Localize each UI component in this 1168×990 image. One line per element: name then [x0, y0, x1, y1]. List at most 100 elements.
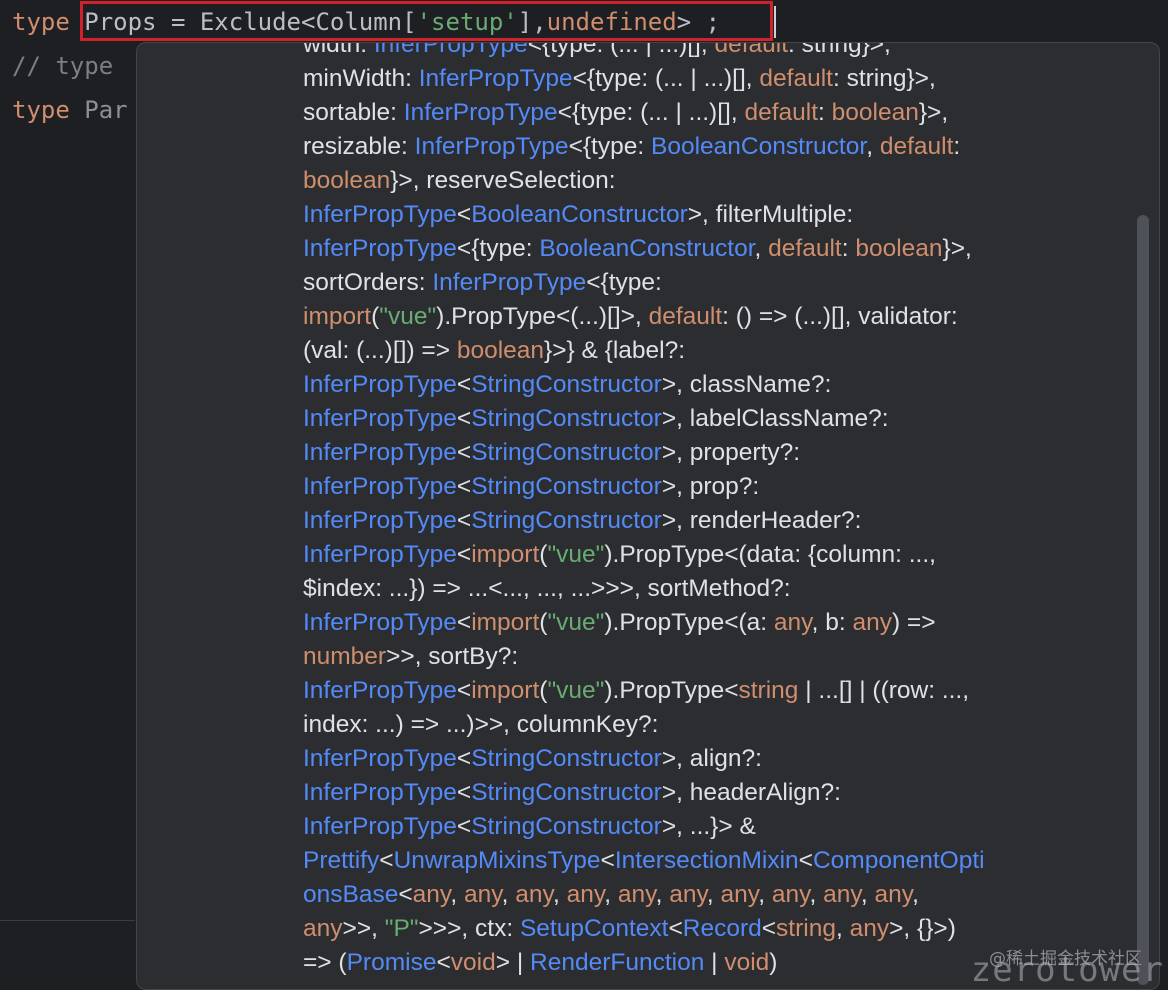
signature-token: any: [852, 609, 892, 636]
signature-token: ,: [866, 133, 880, 160]
signature-token: <{type:: [456, 235, 540, 262]
type-link[interactable]: InferPropType: [303, 371, 457, 398]
text-caret: [774, 6, 776, 38]
type-link[interactable]: InferPropType: [303, 507, 457, 534]
type-link[interactable]: InferPropType: [415, 133, 569, 160]
signature-token: >>,: [342, 915, 385, 942]
signature-token: void: [724, 949, 770, 976]
signature-token: any: [617, 881, 656, 908]
signature-token: >, labelClassName?:: [661, 405, 889, 432]
signature-token: | ...[] | ((row: ...,: [798, 677, 970, 704]
signature-token: any: [773, 609, 812, 636]
signature-line: InferPropType<StringConstructor>, align?…: [303, 742, 1103, 776]
signature-token: default: [759, 65, 833, 92]
type-link[interactable]: InferPropType: [303, 439, 457, 466]
type-link[interactable]: Promise: [347, 949, 437, 976]
type-link[interactable]: RenderFunction: [530, 949, 704, 976]
type-link[interactable]: BooleanConstructor: [471, 201, 688, 228]
type-link[interactable]: onsBase: [303, 881, 398, 908]
signature-line: import("vue").PropType<(...)[]>, default…: [303, 300, 1103, 334]
signature-token: import: [471, 541, 540, 568]
type-link[interactable]: StringConstructor: [471, 813, 662, 840]
signature-token: , b:: [811, 609, 853, 636]
signature-token: <{type: (... | ...)[],: [572, 65, 760, 92]
type-link[interactable]: IntersectionMixin: [615, 847, 799, 874]
type-link[interactable]: InferPropType: [303, 677, 457, 704]
signature-token: boolean: [855, 235, 943, 262]
type-link[interactable]: InferPropType: [432, 269, 586, 296]
signature-token: default: [648, 303, 723, 330]
type-link[interactable]: StringConstructor: [471, 439, 662, 466]
comment-text: // type: [12, 52, 114, 80]
type-link[interactable]: BooleanConstructor: [539, 235, 754, 262]
signature-line: Prettify<UnwrapMixinsType<IntersectionMi…: [303, 844, 1103, 878]
signature-token: >, filterMultiple:: [687, 201, 854, 228]
signature-token: }>,: [918, 99, 949, 126]
type-link[interactable]: InferPropType: [303, 779, 457, 806]
signature-line: sortOrders: InferPropType<{type:: [303, 266, 1103, 300]
signature-token: any: [771, 881, 810, 908]
signature-token: <: [456, 439, 472, 466]
type-link[interactable]: ComponentOpti: [813, 847, 985, 874]
signature-line: onsBase<any, any, any, any, any, any, an…: [303, 878, 1103, 912]
type-link[interactable]: Record: [683, 915, 762, 942]
type-link[interactable]: InferPropType: [303, 235, 457, 262]
type-link[interactable]: StringConstructor: [471, 371, 662, 398]
signature-token: default: [768, 235, 842, 262]
type-link[interactable]: InferPropType: [303, 405, 457, 432]
type-link[interactable]: BooleanConstructor: [651, 133, 866, 160]
popup-scrollbar[interactable]: [1137, 215, 1149, 985]
signature-line: minWidth: InferPropType<{type: (... | ..…: [303, 62, 1103, 96]
signature-token: }>, reserveSelection:: [390, 167, 616, 194]
type-link[interactable]: SetupContext: [520, 915, 668, 942]
type-link[interactable]: InferPropType: [303, 541, 457, 568]
signature-token: default: [744, 99, 819, 126]
signature-token: $index: ...}) => ...<..., ..., ...>>>, s…: [303, 575, 791, 602]
type-link[interactable]: StringConstructor: [471, 745, 662, 772]
code-line-2[interactable]: // type: [12, 44, 113, 88]
signature-line: InferPropType<StringConstructor>, ...}> …: [303, 810, 1103, 844]
signature-token: }>} & {label?:: [544, 337, 686, 364]
signature-token: import: [471, 609, 540, 636]
signature-token: string: [738, 677, 799, 704]
signature-token: import: [471, 677, 540, 704]
signature-line: InferPropType<StringConstructor>, header…: [303, 776, 1103, 810]
type-link[interactable]: InferPropType: [303, 473, 457, 500]
signature-token: "vue": [547, 677, 605, 704]
signature-token: ,: [501, 881, 516, 908]
signature-token: ,: [809, 881, 824, 908]
type-link[interactable]: InferPropType: [404, 99, 558, 126]
signature-token: (val: (...)[]) =>: [303, 337, 457, 364]
signature-token: <: [456, 813, 472, 840]
signature-token: >>>, ctx:: [418, 915, 520, 942]
type-link[interactable]: StringConstructor: [471, 779, 662, 806]
signature-token: >, {}>): [889, 915, 956, 942]
signature-line: width: InferPropType<{type: (... | ...)[…: [303, 42, 1103, 62]
type-link[interactable]: StringConstructor: [471, 405, 662, 432]
signature-token: <: [456, 779, 472, 806]
signature-token: <: [456, 201, 472, 228]
signature-token: any: [303, 915, 343, 942]
type-link[interactable]: InferPropType: [303, 609, 457, 636]
type-link[interactable]: StringConstructor: [471, 473, 662, 500]
type-link[interactable]: UnwrapMixinsType: [394, 847, 601, 874]
signature-token: : string}>,: [788, 42, 891, 58]
type-link[interactable]: InferPropType: [374, 43, 528, 58]
type-link[interactable]: InferPropType: [303, 201, 457, 228]
signature-line: boolean}>, reserveSelection:: [303, 164, 1103, 198]
type-link[interactable]: Prettify: [303, 847, 379, 874]
code-line-3[interactable]: type Par: [12, 88, 128, 132]
signature-token: sortOrders:: [303, 269, 433, 296]
type-link[interactable]: StringConstructor: [471, 507, 662, 534]
signature-line: InferPropType<{type: BooleanConstructor,…: [303, 232, 1103, 266]
signature-token: <{type:: [568, 133, 651, 160]
type-link[interactable]: InferPropType: [303, 813, 457, 840]
signature-token: import: [303, 303, 372, 330]
signature-line: number>>, sortBy?:: [303, 640, 1103, 674]
signature-token: default: [714, 42, 789, 58]
type-link[interactable]: InferPropType: [419, 65, 573, 92]
signature-token: ,: [912, 881, 919, 908]
quick-documentation-popup[interactable]: width: InferPropType<{type: (... | ...)[…: [136, 42, 1160, 990]
type-link[interactable]: InferPropType: [303, 745, 457, 772]
signature-token: : () => (...)[], validator:: [722, 303, 958, 330]
